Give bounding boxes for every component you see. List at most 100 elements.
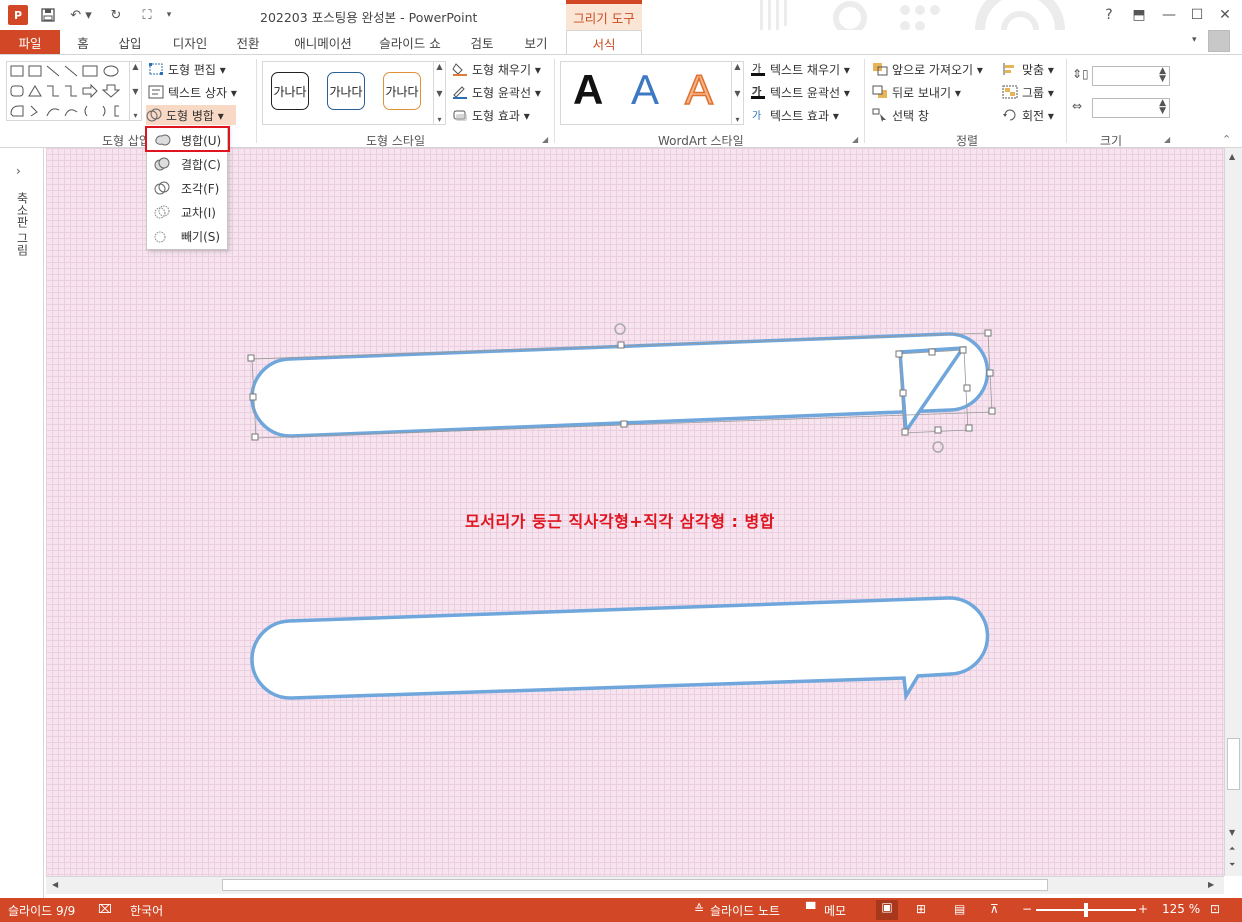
shape-fill-button[interactable]: 도형 채우기 ▾: [452, 59, 541, 79]
ribbon-display-options-button[interactable]: ⬒: [1128, 4, 1150, 26]
customize-qat-button[interactable]: ▾: [162, 5, 176, 25]
previous-slide-icon[interactable]: ⏶: [1229, 844, 1235, 854]
wordart-launcher-icon[interactable]: ◢: [852, 135, 858, 144]
user-avatar[interactable]: [1208, 30, 1230, 52]
zoom-level[interactable]: 125 %: [1162, 902, 1200, 916]
shape-style-swatch-2[interactable]: 가나다: [327, 72, 365, 110]
tab-animations[interactable]: 애니메이션: [280, 30, 366, 54]
edit-shape-button[interactable]: 도형 편집 ▾: [148, 59, 226, 79]
slideshow-view-icon[interactable]: ⊼: [990, 902, 999, 916]
text-outline-button[interactable]: 가 텍스트 윤곽선 ▾: [750, 82, 850, 102]
shape-effects-button[interactable]: 도형 효과 ▾: [452, 105, 530, 125]
next-slide-icon[interactable]: ⏷: [1229, 860, 1235, 870]
horizontal-scroll-thumb[interactable]: [222, 879, 1048, 891]
merged-speech-bubble-shape[interactable]: [250, 596, 990, 702]
shape-styles-scroll[interactable]: ▲ ▼ ▾: [433, 62, 445, 124]
shape-styles-launcher-icon[interactable]: ◢: [542, 135, 548, 144]
shape-style-swatch-3[interactable]: 가나다: [383, 72, 421, 110]
shape-outline-button[interactable]: 도형 윤곽선 ▾: [452, 82, 541, 102]
menu-item-combine[interactable]: 결합(C): [149, 153, 225, 175]
subtract-icon: [154, 231, 166, 243]
pen-icon: [453, 86, 467, 99]
expand-thumbnails-icon[interactable]: ›: [16, 164, 21, 178]
rounded-rectangle-shape[interactable]: [250, 332, 990, 438]
minimize-button[interactable]: —: [1158, 4, 1180, 26]
horizontal-scrollbar[interactable]: ◀ ▶: [46, 876, 1224, 894]
thumbnails-label[interactable]: 축소판 그림: [14, 192, 31, 256]
tab-home[interactable]: 홈: [66, 30, 100, 54]
notes-icon: ≙: [694, 902, 705, 916]
text-fill-button[interactable]: 가 텍스트 채우기 ▾: [750, 59, 850, 79]
scroll-up-icon[interactable]: ▲: [1229, 152, 1235, 161]
tab-file[interactable]: 파일: [0, 30, 60, 54]
save-button[interactable]: [38, 5, 58, 25]
close-button[interactable]: ✕: [1214, 4, 1236, 26]
rotate-button[interactable]: 회전 ▾: [1002, 105, 1054, 125]
intersect-icon: [154, 205, 170, 219]
slide-caption-text[interactable]: 모서리가 둥근 직사각형+직각 삼각형 : 병합: [465, 508, 775, 532]
wordart-style-black[interactable]: A: [573, 66, 603, 114]
send-backward-button[interactable]: 뒤로 보내기 ▾: [872, 82, 961, 102]
merge-shapes-button[interactable]: 도형 병합 ▾: [146, 105, 236, 125]
scroll-left-icon[interactable]: ◀: [52, 880, 58, 889]
menu-item-intersect[interactable]: 교차(I): [149, 201, 225, 223]
menu-item-fragment[interactable]: 조각(F): [149, 177, 225, 199]
comments-button[interactable]: 메모: [824, 902, 846, 919]
text-box-button[interactable]: 텍스트 상자 ▾: [148, 82, 237, 102]
zoom-slider-thumb[interactable]: [1084, 903, 1088, 917]
shape-style-swatch-1[interactable]: 가나다: [271, 72, 309, 110]
zoom-out-icon[interactable]: −: [1022, 902, 1032, 916]
bring-forward-icon: [873, 63, 888, 76]
tab-transitions[interactable]: 전환: [226, 30, 270, 54]
shape-styles-gallery[interactable]: 가나다 가나다 가나다 ▲ ▼ ▾: [262, 61, 446, 125]
language-indicator[interactable]: 한국어: [130, 902, 163, 919]
shape-effects-label: 도형 효과 ▾: [472, 108, 530, 123]
collapse-ribbon-icon[interactable]: ⌃: [1222, 133, 1231, 146]
text-outline-icon: 가: [751, 86, 765, 99]
bring-forward-button[interactable]: 앞으로 가져오기 ▾: [872, 59, 983, 79]
zoom-in-icon[interactable]: +: [1138, 902, 1148, 916]
vertical-scroll-thumb[interactable]: [1227, 738, 1240, 790]
save-icon: [41, 8, 55, 22]
shape-height-input[interactable]: ▲ ▼: [1092, 66, 1170, 86]
wordart-scroll[interactable]: ▲ ▼ ▾: [731, 62, 743, 124]
selection-pane-button[interactable]: 선택 창: [872, 105, 929, 125]
scroll-right-icon[interactable]: ▶: [1208, 880, 1214, 889]
text-effects-button[interactable]: 가 텍스트 효과 ▾: [750, 105, 839, 125]
reading-view-icon[interactable]: ▤: [954, 902, 965, 916]
help-button[interactable]: ?: [1098, 4, 1120, 26]
undo-button[interactable]: ↶ ▾: [66, 5, 96, 25]
fit-to-window-icon[interactable]: ⊡: [1210, 902, 1220, 916]
shapes-gallery-icons: [10, 65, 121, 117]
normal-view-icon[interactable]: ▣: [876, 900, 898, 920]
menu-item-subtract[interactable]: 빼기(S): [149, 225, 225, 247]
redo-button[interactable]: ↻: [106, 5, 126, 25]
wordart-style-orange[interactable]: A: [684, 65, 714, 114]
maximize-button[interactable]: ☐: [1186, 4, 1208, 26]
tab-insert[interactable]: 삽입: [110, 30, 150, 54]
drawing-tools-context-label: 그리기 도구: [566, 0, 642, 30]
tab-view[interactable]: 보기: [516, 30, 556, 54]
scroll-down-icon[interactable]: ▼: [1229, 828, 1235, 837]
shapes-gallery[interactable]: ▲ ▼ ▾: [6, 61, 142, 121]
group-button[interactable]: 그룹 ▾: [1002, 82, 1054, 102]
tab-format[interactable]: 서식: [566, 30, 642, 55]
vertical-scrollbar[interactable]: ▲ ▼ ⏶ ⏷: [1224, 148, 1242, 876]
wordart-style-blue[interactable]: A: [631, 66, 659, 114]
spellcheck-icon[interactable]: ⌧: [98, 902, 112, 916]
account-dropdown-icon[interactable]: ▾: [1192, 35, 1197, 45]
slide-sorter-icon[interactable]: ⊞: [916, 902, 926, 916]
start-slideshow-button[interactable]: ⛶: [136, 5, 158, 25]
tab-slideshow[interactable]: 슬라이드 쇼: [372, 30, 448, 54]
shape-width-input[interactable]: ▲ ▼: [1092, 98, 1170, 118]
size-launcher-icon[interactable]: ◢: [1164, 135, 1170, 144]
tab-design[interactable]: 디자인: [162, 30, 218, 54]
align-button[interactable]: 맞춤 ▾: [1002, 59, 1054, 79]
send-backward-label: 뒤로 보내기 ▾: [892, 85, 961, 100]
wordart-gallery[interactable]: A A A ▲ ▼ ▾: [560, 61, 744, 125]
notes-button[interactable]: 슬라이드 노트: [710, 902, 780, 919]
tab-review[interactable]: 검토: [462, 30, 502, 54]
merge-shapes-label: 도형 병합 ▾: [166, 108, 224, 123]
shapes-gallery-scroll[interactable]: ▲ ▼ ▾: [129, 62, 141, 120]
send-backward-icon: [872, 85, 887, 98]
